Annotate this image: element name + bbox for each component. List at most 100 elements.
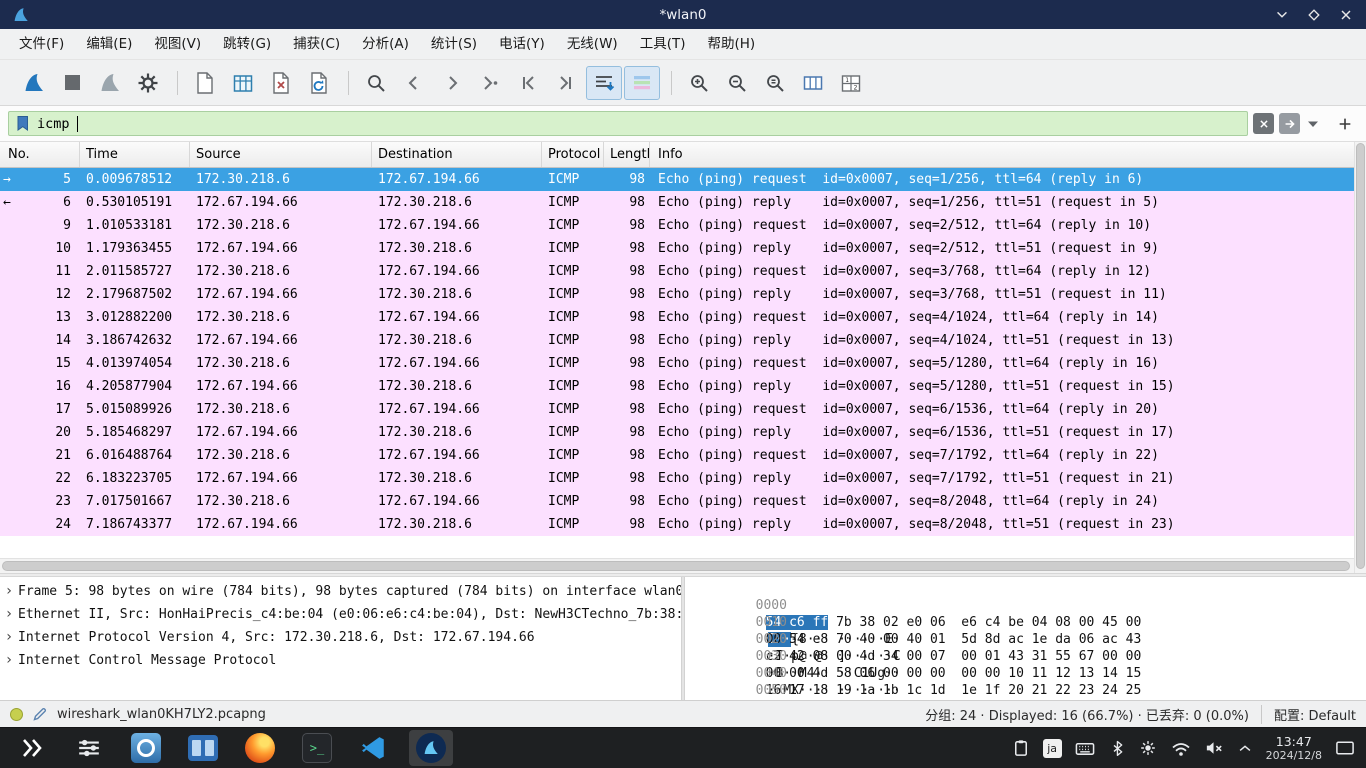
- expert-info-icon[interactable]: [10, 708, 23, 721]
- clipboard-icon[interactable]: [1011, 738, 1031, 758]
- menu-item[interactable]: 捕获(C): [282, 29, 351, 60]
- hex-row[interactable]: 0000 54 c6 ff 7b 38 02 e0 06 e6 c4 be 04…: [693, 580, 1366, 597]
- zoom-in-button[interactable]: [681, 66, 717, 100]
- column-header-time[interactable]: Time: [80, 142, 190, 167]
- packet-row[interactable]: 21 6.016488764 172.30.218.6 172.67.194.6…: [0, 444, 1354, 467]
- menu-item[interactable]: 编辑(E): [75, 29, 143, 60]
- column-header-destination[interactable]: Destination: [372, 142, 542, 167]
- packet-row[interactable]: 9 1.010533181 172.30.218.6 172.67.194.66…: [0, 214, 1354, 237]
- go-first-button[interactable]: [510, 66, 546, 100]
- resize-columns-button[interactable]: [795, 66, 831, 100]
- packet-row[interactable]: 10 1.179363455 172.67.194.66 172.30.218.…: [0, 237, 1354, 260]
- close-button[interactable]: [1338, 7, 1354, 23]
- go-to-packet-button[interactable]: [472, 66, 508, 100]
- column-header-length[interactable]: Lengtl: [604, 142, 650, 167]
- open-file-button[interactable]: [187, 66, 223, 100]
- detail-row[interactable]: Frame 5: 98 bytes on wire (784 bits), 98…: [0, 580, 681, 603]
- packet-row[interactable]: 22 6.183223705 172.67.194.66 172.30.218.…: [0, 467, 1354, 490]
- column-header-no[interactable]: No.: [0, 142, 80, 167]
- vertical-scrollbar[interactable]: [1354, 142, 1366, 573]
- bluetooth-icon[interactable]: [1108, 738, 1126, 758]
- packet-row[interactable]: 15 4.013974054 172.30.218.6 172.67.194.6…: [0, 352, 1354, 375]
- expand-arrow-icon[interactable]: [0, 603, 18, 626]
- expand-arrow-icon[interactable]: [0, 580, 18, 603]
- expand-arrow-icon[interactable]: [0, 626, 18, 649]
- keyboard-icon[interactable]: [1074, 738, 1096, 758]
- detail-row[interactable]: Ethernet II, Src: HonHaiPrecis_c4:be:04 …: [0, 603, 681, 626]
- capture-options-button[interactable]: [130, 66, 166, 100]
- menu-item[interactable]: 视图(V): [143, 29, 212, 60]
- filter-bookmark-icon[interactable]: [16, 115, 30, 132]
- column-header-source[interactable]: Source: [190, 142, 372, 167]
- go-forward-button[interactable]: [434, 66, 470, 100]
- minimize-button[interactable]: [1274, 7, 1290, 23]
- firefox-icon[interactable]: [238, 730, 282, 766]
- find-packet-button[interactable]: [358, 66, 394, 100]
- packet-row[interactable]: ← 6 0.530105191 172.67.194.66 172.30.218…: [0, 191, 1354, 214]
- window-titlebar[interactable]: *wlan0: [0, 0, 1366, 29]
- packet-row[interactable]: 24 7.186743377 172.67.194.66 172.30.218.…: [0, 513, 1354, 536]
- packet-row[interactable]: 13 3.012882200 172.30.218.6 172.67.194.6…: [0, 306, 1354, 329]
- input-method-badge[interactable]: ja: [1043, 739, 1062, 758]
- restart-capture-button[interactable]: [92, 66, 128, 100]
- stop-capture-button[interactable]: [54, 66, 90, 100]
- zoom-out-button[interactable]: [719, 66, 755, 100]
- terminal-icon[interactable]: [295, 730, 339, 766]
- hex-row[interactable]: 0010 00 54 e8 70 40 00 40 01 5d 8d ac 1e…: [693, 597, 1366, 614]
- go-last-button[interactable]: [548, 66, 584, 100]
- packet-row[interactable]: 17 5.015089926 172.30.218.6 172.67.194.6…: [0, 398, 1354, 421]
- go-back-button[interactable]: [396, 66, 432, 100]
- filter-apply-button[interactable]: [1279, 113, 1300, 134]
- expand-arrow-icon[interactable]: [0, 649, 18, 672]
- close-file-button[interactable]: [263, 66, 299, 100]
- zoom-reset-button[interactable]: [757, 66, 793, 100]
- detail-row[interactable]: Internet Protocol Version 4, Src: 172.30…: [0, 626, 681, 649]
- menu-item[interactable]: 文件(F): [8, 29, 75, 60]
- reload-file-button[interactable]: [301, 66, 337, 100]
- scrollbar-thumb[interactable]: [2, 561, 1350, 571]
- menu-item[interactable]: 统计(S): [420, 29, 488, 60]
- packet-row[interactable]: → 5 0.009678512 172.30.218.6 172.67.194.…: [0, 168, 1354, 191]
- menu-item[interactable]: 电话(Y): [488, 29, 556, 60]
- detail-row[interactable]: Internet Control Message Protocol: [0, 649, 681, 672]
- horizontal-scrollbar[interactable]: [0, 558, 1354, 573]
- packet-row[interactable]: 12 2.179687502 172.67.194.66 172.30.218.…: [0, 283, 1354, 306]
- filter-add-button[interactable]: [1332, 113, 1358, 134]
- filter-clear-button[interactable]: [1253, 113, 1274, 134]
- menu-item[interactable]: 分析(A): [351, 29, 420, 60]
- brightness-icon[interactable]: [1138, 738, 1158, 758]
- start-capture-button[interactable]: [16, 66, 52, 100]
- save-file-button[interactable]: [225, 66, 261, 100]
- display-pager-icon[interactable]: [1334, 738, 1356, 758]
- menu-item[interactable]: 帮助(H): [696, 29, 766, 60]
- scrollbar-thumb[interactable]: [1356, 143, 1365, 569]
- menu-item[interactable]: 工具(T): [629, 29, 697, 60]
- app-menu-button[interactable]: [10, 730, 54, 766]
- menu-item[interactable]: 跳转(G): [212, 29, 282, 60]
- column-header-info[interactable]: Info: [650, 142, 1366, 167]
- profile-label[interactable]: 配置: Default: [1261, 705, 1356, 724]
- wifi-icon[interactable]: [1170, 738, 1192, 758]
- packet-row[interactable]: 16 4.205877904 172.67.194.66 172.30.218.…: [0, 375, 1354, 398]
- column-layout-button[interactable]: 12: [833, 66, 869, 100]
- colorize-button[interactable]: [624, 66, 660, 100]
- packet-row[interactable]: 20 5.185468297 172.67.194.66 172.30.218.…: [0, 421, 1354, 444]
- wireshark-taskbar-icon[interactable]: [409, 730, 453, 766]
- tray-expand-icon[interactable]: [1236, 740, 1254, 756]
- volume-muted-icon[interactable]: [1204, 738, 1224, 758]
- packet-row[interactable]: 11 2.011585727 172.30.218.6 172.67.194.6…: [0, 260, 1354, 283]
- packet-row[interactable]: 14 3.186742632 172.67.194.66 172.30.218.…: [0, 329, 1354, 352]
- column-header-protocol[interactable]: Protocol: [542, 142, 604, 167]
- blue-app-icon[interactable]: [124, 730, 168, 766]
- packet-row[interactable]: 23 7.017501667 172.30.218.6 172.67.194.6…: [0, 490, 1354, 513]
- auto-scroll-button[interactable]: [586, 66, 622, 100]
- file-manager-icon[interactable]: [181, 730, 225, 766]
- capture-comment-icon[interactable]: [32, 706, 48, 722]
- vscode-icon[interactable]: [352, 730, 396, 766]
- maximize-button[interactable]: [1306, 7, 1322, 23]
- filter-dropdown-caret[interactable]: [1305, 113, 1321, 134]
- settings-sliders-icon[interactable]: [67, 730, 111, 766]
- clock[interactable]: 13:47 2024/12/8: [1266, 734, 1322, 762]
- display-filter-input[interactable]: icmp: [8, 111, 1248, 136]
- menu-item[interactable]: 无线(W): [556, 29, 629, 60]
